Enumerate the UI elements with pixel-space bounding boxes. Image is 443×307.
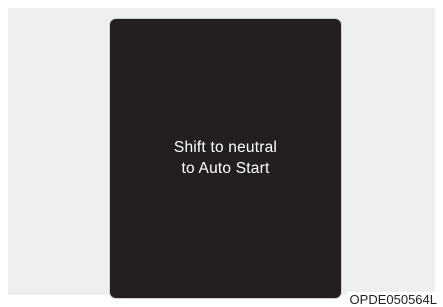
figure: Shift to neutral to Auto Start OPDE05056… [0, 0, 443, 307]
cluster-display: Shift to neutral to Auto Start [110, 19, 341, 298]
auto-start-message: Shift to neutral to Auto Start [110, 137, 341, 179]
figure-code: OPDE050564L [346, 292, 439, 307]
message-line-1: Shift to neutral [173, 139, 278, 156]
message-line-2: to Auto Start [181, 160, 270, 177]
